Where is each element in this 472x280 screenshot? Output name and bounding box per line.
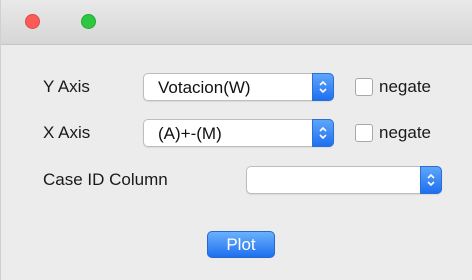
y-axis-selected-value: Votacion(W)	[158, 78, 251, 97]
chevron-up-down-icon	[312, 73, 334, 101]
plot-button[interactable]: Plot	[207, 231, 275, 258]
y-axis-label: Y Axis	[43, 77, 90, 96]
x-axis-label: X Axis	[43, 123, 91, 142]
chevron-up-down-icon	[312, 119, 334, 147]
x-axis-selected-value: (A)+-(M)	[158, 124, 222, 143]
x-axis-negate-checkbox[interactable]	[355, 124, 373, 142]
chevron-up-down-icon	[420, 166, 442, 194]
zoom-window-button[interactable]	[81, 14, 96, 29]
y-axis-negate-label: negate	[379, 77, 431, 96]
y-axis-negate-checkbox[interactable]	[355, 78, 373, 96]
title-bar	[1, 0, 472, 45]
x-axis-negate-label: negate	[379, 123, 431, 142]
case-id-column-label: Case ID Column	[43, 170, 168, 189]
x-axis-select[interactable]: (A)+-(M)	[143, 119, 334, 147]
form-panel: Y Axis Votacion(W) negate X Axis (A)+-(M…	[1, 45, 472, 280]
dialog-window: Y Axis Votacion(W) negate X Axis (A)+-(M…	[0, 0, 472, 280]
close-window-button[interactable]	[25, 14, 40, 29]
y-axis-select[interactable]: Votacion(W)	[143, 73, 334, 101]
case-id-column-select[interactable]	[246, 166, 442, 194]
